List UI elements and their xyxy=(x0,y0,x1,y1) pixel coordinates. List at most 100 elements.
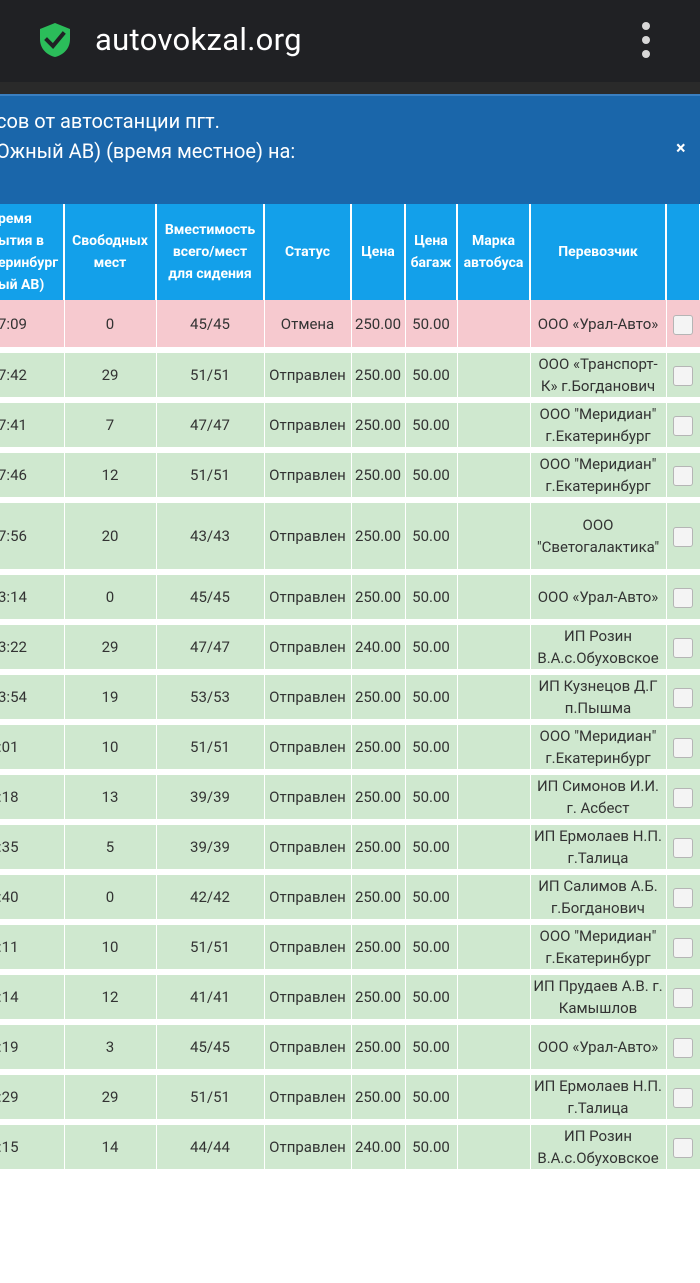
row-select-checkbox[interactable] xyxy=(673,938,693,959)
modal-title: сов от автостанции пгт. Ожный АВ) (время… xyxy=(0,106,295,166)
cell-carrier: ООО «Транспорт-К» г.Богданович xyxy=(530,350,667,403)
cell-capacity: 39/39 xyxy=(156,822,265,875)
cell-free-seats: 29 xyxy=(64,622,157,675)
row-select-checkbox[interactable] xyxy=(673,416,693,437)
cell-bus-brand xyxy=(457,450,531,503)
row-select-checkbox[interactable] xyxy=(673,838,693,859)
cell-status: Отправлен xyxy=(264,572,352,625)
table-row[interactable]: 7:46 12 51/51 Отправлен 250.00 50.00 ООО "Мери… xyxy=(0,450,700,503)
cell-capacity: 53/53 xyxy=(156,672,265,725)
table-row[interactable]: 3:54 19 53/53 Отправлен 250.00 50.00 ИП Кузнец… xyxy=(0,672,700,725)
header-time[interactable]: ремя ытия в еринбург ый АВ) xyxy=(0,204,65,300)
row-select-checkbox[interactable] xyxy=(673,527,693,548)
cell-carrier: ООО "Меридиан" г.Екатеринбург xyxy=(530,922,667,975)
cell-capacity: 39/39 xyxy=(156,772,265,825)
header-price[interactable]: Цена xyxy=(351,204,406,300)
header-carrier[interactable]: Перевозчик xyxy=(530,204,667,300)
cell-capacity: 41/41 xyxy=(156,972,265,1025)
cell-baggage-price: 50.00 xyxy=(405,1072,458,1125)
table-row[interactable]: 7:41 7 47/47 Отправлен 250.00 50.00 ООО "Мерид… xyxy=(0,400,700,453)
row-select-checkbox[interactable] xyxy=(673,788,693,809)
cell-baggage-price: 50.00 xyxy=(405,1022,458,1075)
row-select-checkbox[interactable] xyxy=(673,588,693,609)
cell-select xyxy=(666,572,700,625)
row-select-checkbox[interactable] xyxy=(673,688,693,709)
cell-baggage-price: 50.00 xyxy=(405,500,458,575)
table-row[interactable]: :15 14 44/44 Отправлен 240.00 50.00 ИП Розин В… xyxy=(0,1122,700,1175)
table-row[interactable]: 7:56 20 43/43 Отправлен 250.00 50.00 ООО "Свет… xyxy=(0,500,700,575)
cell-carrier: ИП Ермолаев Н.П. г.Талица xyxy=(530,1072,667,1125)
cell-status: Отправлен xyxy=(264,450,352,503)
row-select-checkbox[interactable] xyxy=(673,638,693,659)
header-bus-brand[interactable]: Марка автобуса xyxy=(457,204,531,300)
cell-baggage-price: 50.00 xyxy=(405,922,458,975)
row-select-checkbox[interactable] xyxy=(673,1038,693,1059)
row-select-checkbox[interactable] xyxy=(673,466,693,487)
cell-status: Отправлен xyxy=(264,922,352,975)
cell-departure-time: :14 xyxy=(0,972,65,1025)
browser-toolbar: autovokzal.org xyxy=(0,0,700,82)
header-free-seats[interactable]: Свободных мест xyxy=(64,204,157,300)
table-row[interactable]: :11 10 51/51 Отправлен 250.00 50.00 ООО "Мерид… xyxy=(0,922,700,975)
cell-capacity: 47/47 xyxy=(156,400,265,453)
cell-free-seats: 29 xyxy=(64,350,157,403)
cell-bus-brand xyxy=(457,722,531,775)
cell-select xyxy=(666,722,700,775)
cell-select xyxy=(666,672,700,725)
cell-select xyxy=(666,400,700,453)
cell-status: Отправлен xyxy=(264,622,352,675)
cell-departure-time: 7:42 xyxy=(0,350,65,403)
cell-baggage-price: 50.00 xyxy=(405,572,458,625)
cell-select xyxy=(666,500,700,575)
cell-bus-brand xyxy=(457,822,531,875)
cell-select xyxy=(666,922,700,975)
cell-price: 250.00 xyxy=(351,400,406,453)
cell-departure-time: 7:56 xyxy=(0,500,65,575)
cell-free-seats: 0 xyxy=(64,300,157,353)
table-row[interactable]: 3:22 29 47/47 Отправлен 240.00 50.00 ИП Розин … xyxy=(0,622,700,675)
cell-select xyxy=(666,1072,700,1125)
cell-price: 250.00 xyxy=(351,1022,406,1075)
table-row[interactable]: :18 13 39/39 Отправлен 250.00 50.00 ИП Симонов… xyxy=(0,772,700,825)
header-baggage-price[interactable]: Цена багаж xyxy=(405,204,458,300)
table-row[interactable]: :40 0 42/42 Отправлен 250.00 50.00 ИП Салимов … xyxy=(0,872,700,925)
cell-price: 250.00 xyxy=(351,672,406,725)
cell-status: Отправлен xyxy=(264,1022,352,1075)
table-row[interactable]: 7:09 0 45/45 Отмена 250.00 50.00 ООО «Урал-Авт… xyxy=(0,300,700,353)
header-status[interactable]: Статус xyxy=(264,204,352,300)
cell-price: 250.00 xyxy=(351,450,406,503)
cell-price: 250.00 xyxy=(351,872,406,925)
cell-capacity: 51/51 xyxy=(156,722,265,775)
row-select-checkbox[interactable] xyxy=(673,366,693,387)
table-row[interactable]: :35 5 39/39 Отправлен 250.00 50.00 ИП Ермолаев… xyxy=(0,822,700,875)
cell-status: Отправлен xyxy=(264,400,352,453)
close-icon[interactable]: × xyxy=(676,138,686,159)
modal-title-line-2: Ожный АВ) (время местное) на: xyxy=(0,139,296,163)
row-select-checkbox[interactable] xyxy=(673,1088,693,1109)
header-capacity[interactable]: Вместимость всего/мест для сидения xyxy=(156,204,265,300)
cell-bus-brand xyxy=(457,922,531,975)
schedule-table-container[interactable]: ремя ытия в еринбург ый АВ) Свободных ме… xyxy=(0,204,700,1283)
cell-baggage-price: 50.00 xyxy=(405,450,458,503)
row-select-checkbox[interactable] xyxy=(673,1138,693,1159)
table-row[interactable]: :29 29 51/51 Отправлен 250.00 50.00 ИП Ермолае… xyxy=(0,1072,700,1125)
cell-select xyxy=(666,300,700,353)
cell-carrier: ИП Ермолаев Н.П. г.Талица xyxy=(530,822,667,875)
cell-status: Отправлен xyxy=(264,672,352,725)
table-row[interactable]: :19 3 45/45 Отправлен 250.00 50.00 ООО «Урал-А… xyxy=(0,1022,700,1075)
shield-check-icon[interactable] xyxy=(38,22,72,58)
table-row[interactable]: 3:14 0 45/45 Отправлен 250.00 50.00 ООО «Урал-… xyxy=(0,572,700,625)
table-row[interactable]: 7:42 29 51/51 Отправлен 250.00 50.00 ООО «Тран… xyxy=(0,350,700,403)
table-row[interactable]: :01 10 51/51 Отправлен 250.00 50.00 ООО "Мерид… xyxy=(0,722,700,775)
row-select-checkbox[interactable] xyxy=(673,988,693,1009)
kebab-menu-icon[interactable] xyxy=(636,20,656,60)
cell-departure-time: 3:14 xyxy=(0,572,65,625)
cell-departure-time: :35 xyxy=(0,822,65,875)
cell-departure-time: :11 xyxy=(0,922,65,975)
row-select-checkbox[interactable] xyxy=(673,314,693,335)
cell-price: 250.00 xyxy=(351,500,406,575)
row-select-checkbox[interactable] xyxy=(673,738,693,759)
row-select-checkbox[interactable] xyxy=(673,888,693,909)
address-bar-url[interactable]: autovokzal.org xyxy=(95,20,302,60)
table-row[interactable]: :14 12 41/41 Отправлен 250.00 50.00 ИП Прудаев… xyxy=(0,972,700,1025)
